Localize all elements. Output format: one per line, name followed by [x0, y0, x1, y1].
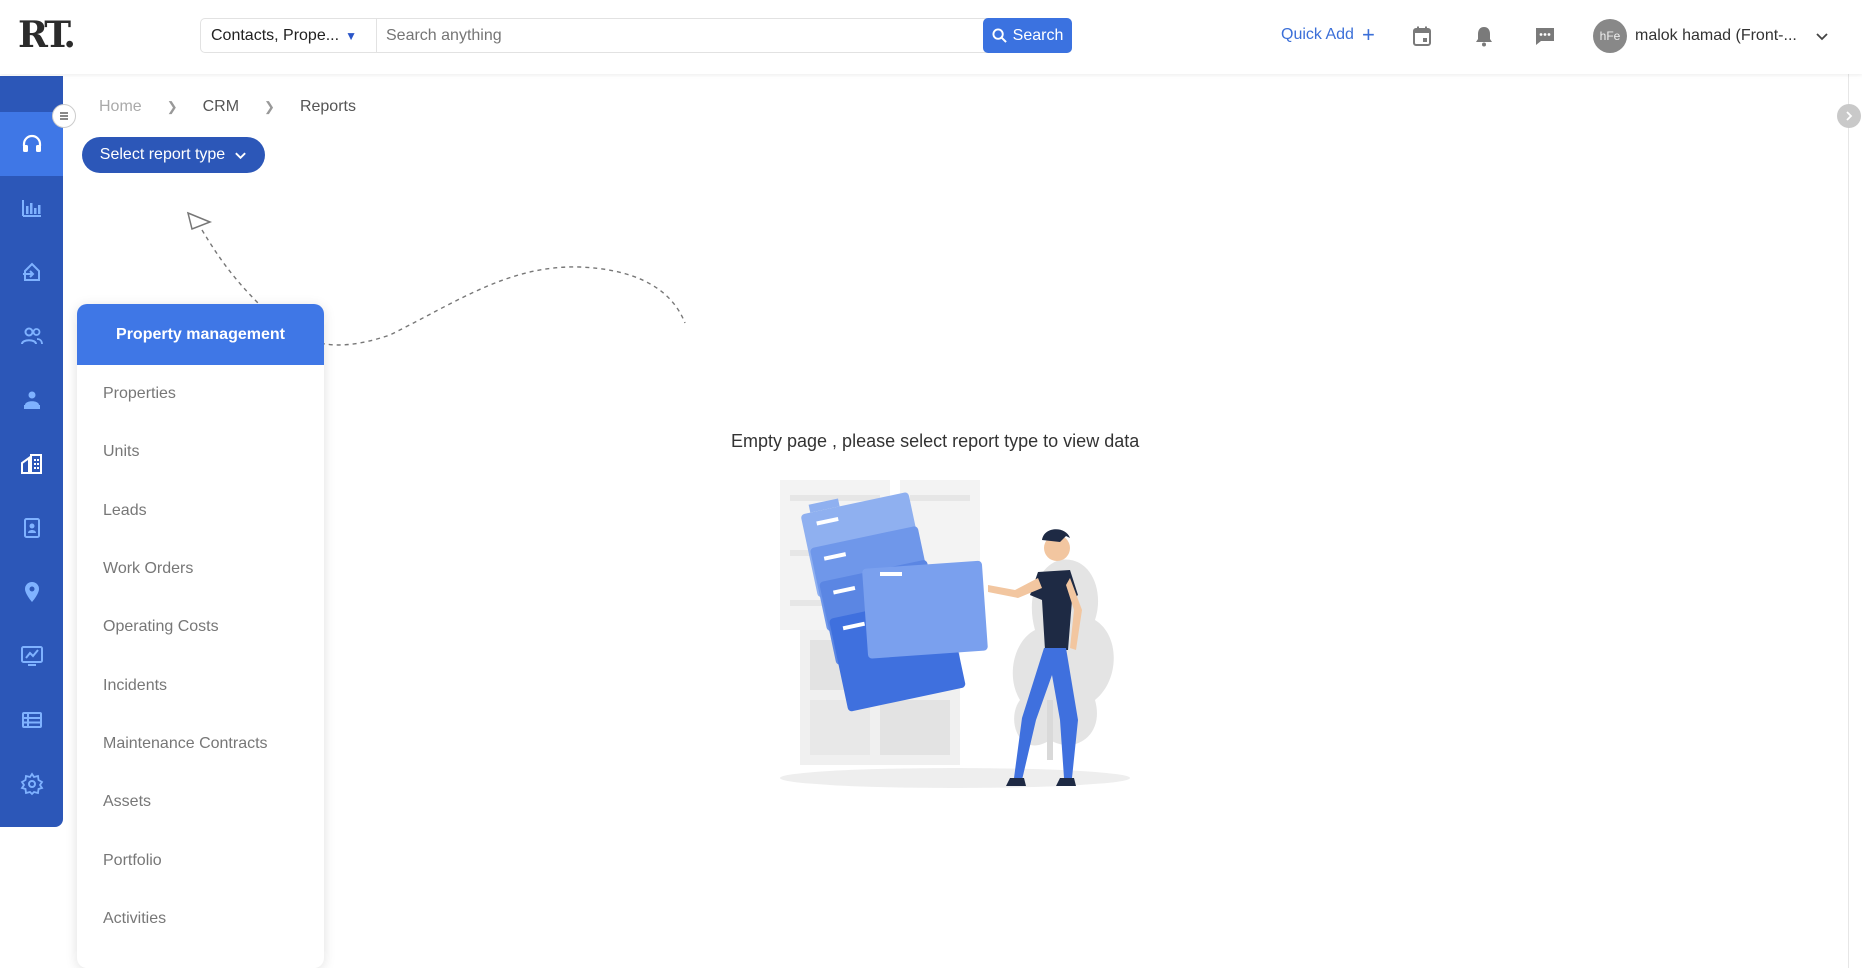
search-icon: [992, 28, 1007, 43]
sidebar-item-contacts[interactable]: [0, 304, 63, 368]
avatar: hFe: [1593, 19, 1627, 53]
bell-icon[interactable]: [1472, 24, 1496, 48]
search-button-label: Search: [1012, 26, 1064, 44]
quick-add-button[interactable]: Quick Add +: [1281, 22, 1375, 47]
breadcrumb-crm[interactable]: CRM: [203, 98, 239, 116]
plus-icon: +: [1361, 22, 1375, 47]
sidebar-item-lists[interactable]: [0, 688, 63, 752]
quick-add-label: Quick Add: [1281, 26, 1354, 43]
breadcrumb: Home ❯ CRM ❯ Reports: [99, 98, 356, 116]
sidebar-item-analytics[interactable]: [0, 176, 63, 240]
select-report-type-button[interactable]: Select report type: [82, 137, 265, 173]
search-scope-select[interactable]: Contacts, Prope... ▼: [201, 19, 377, 52]
bar-chart-icon: [21, 200, 41, 217]
chat-icon[interactable]: [1533, 24, 1557, 48]
menu-item-leads[interactable]: Leads: [77, 482, 324, 540]
empty-state-illustration: [780, 480, 1130, 788]
user-name: malok hamad (Front-...: [1635, 27, 1797, 44]
report-category-property-management[interactable]: Property management: [77, 304, 324, 365]
sidebar-item-dashboard[interactable]: [0, 624, 63, 688]
user-tree-icon: [23, 391, 40, 409]
menu-item-operating-costs[interactable]: Operating Costs: [77, 598, 324, 656]
breadcrumb-home[interactable]: Home: [99, 98, 142, 116]
sidebar: [0, 76, 63, 827]
global-search: Contacts, Prope... ▼: [200, 18, 1072, 53]
report-type-menu: Property management Properties Units Lea…: [77, 304, 324, 968]
list-icon: [21, 712, 42, 728]
headset-icon: [22, 134, 41, 152]
chevron-right-icon: [1846, 111, 1853, 121]
calendar-icon[interactable]: [1410, 24, 1434, 48]
contact-card-icon: [23, 518, 40, 538]
users-icon: [20, 327, 43, 345]
gear-icon: [20, 772, 43, 796]
buildings-icon: [20, 454, 42, 474]
sidebar-item-organization[interactable]: [0, 368, 63, 432]
home-transfer-icon: [22, 262, 40, 281]
search-input[interactable]: [377, 19, 1031, 52]
sidebar-item-locations[interactable]: [0, 560, 63, 624]
right-panel-toggle[interactable]: [1837, 104, 1861, 128]
monitor-chart-icon: [20, 646, 43, 666]
chevron-down-icon: [235, 152, 247, 159]
right-panel-edge: [1848, 74, 1862, 968]
search-button[interactable]: Search: [983, 18, 1072, 53]
menu-item-units[interactable]: Units: [77, 423, 324, 481]
chevron-right-icon: ❯: [166, 99, 178, 114]
sidebar-item-settings[interactable]: [0, 752, 63, 816]
chevron-down-icon: ▼: [345, 28, 357, 43]
menu-item-activities[interactable]: Activities: [77, 890, 324, 948]
menu-item-properties[interactable]: Properties: [77, 365, 324, 423]
empty-state-message: Empty page , please select report type t…: [731, 431, 1140, 451]
menu-item-portfolio[interactable]: Portfolio: [77, 831, 324, 889]
search-scope-label: Contacts, Prope...: [211, 26, 340, 44]
menu-icon: [60, 112, 68, 120]
chevron-right-icon: ❯: [264, 99, 275, 114]
location-pin-icon: [24, 582, 39, 602]
menu-item-work-orders[interactable]: Work Orders: [77, 540, 324, 598]
app-logo[interactable]: RT.: [18, 14, 76, 56]
top-bar: RT. Contacts, Prope... ▼ Search Quick Ad…: [0, 0, 1862, 74]
sidebar-collapse-toggle[interactable]: [52, 104, 76, 128]
breadcrumb-reports: Reports: [299, 98, 356, 115]
menu-item-assets[interactable]: Assets: [77, 773, 324, 831]
chevron-down-icon: [1816, 33, 1828, 41]
menu-item-maintenance-contracts[interactable]: Maintenance Contracts: [77, 715, 324, 773]
sidebar-item-properties[interactable]: [0, 240, 63, 304]
select-report-type-label: Select report type: [99, 146, 226, 163]
sidebar-item-buildings[interactable]: [0, 432, 63, 496]
sidebar-item-contracts[interactable]: [0, 496, 63, 560]
user-menu[interactable]: hFe malok hamad (Front-...: [1593, 19, 1829, 53]
menu-item-incidents[interactable]: Incidents: [77, 656, 324, 714]
